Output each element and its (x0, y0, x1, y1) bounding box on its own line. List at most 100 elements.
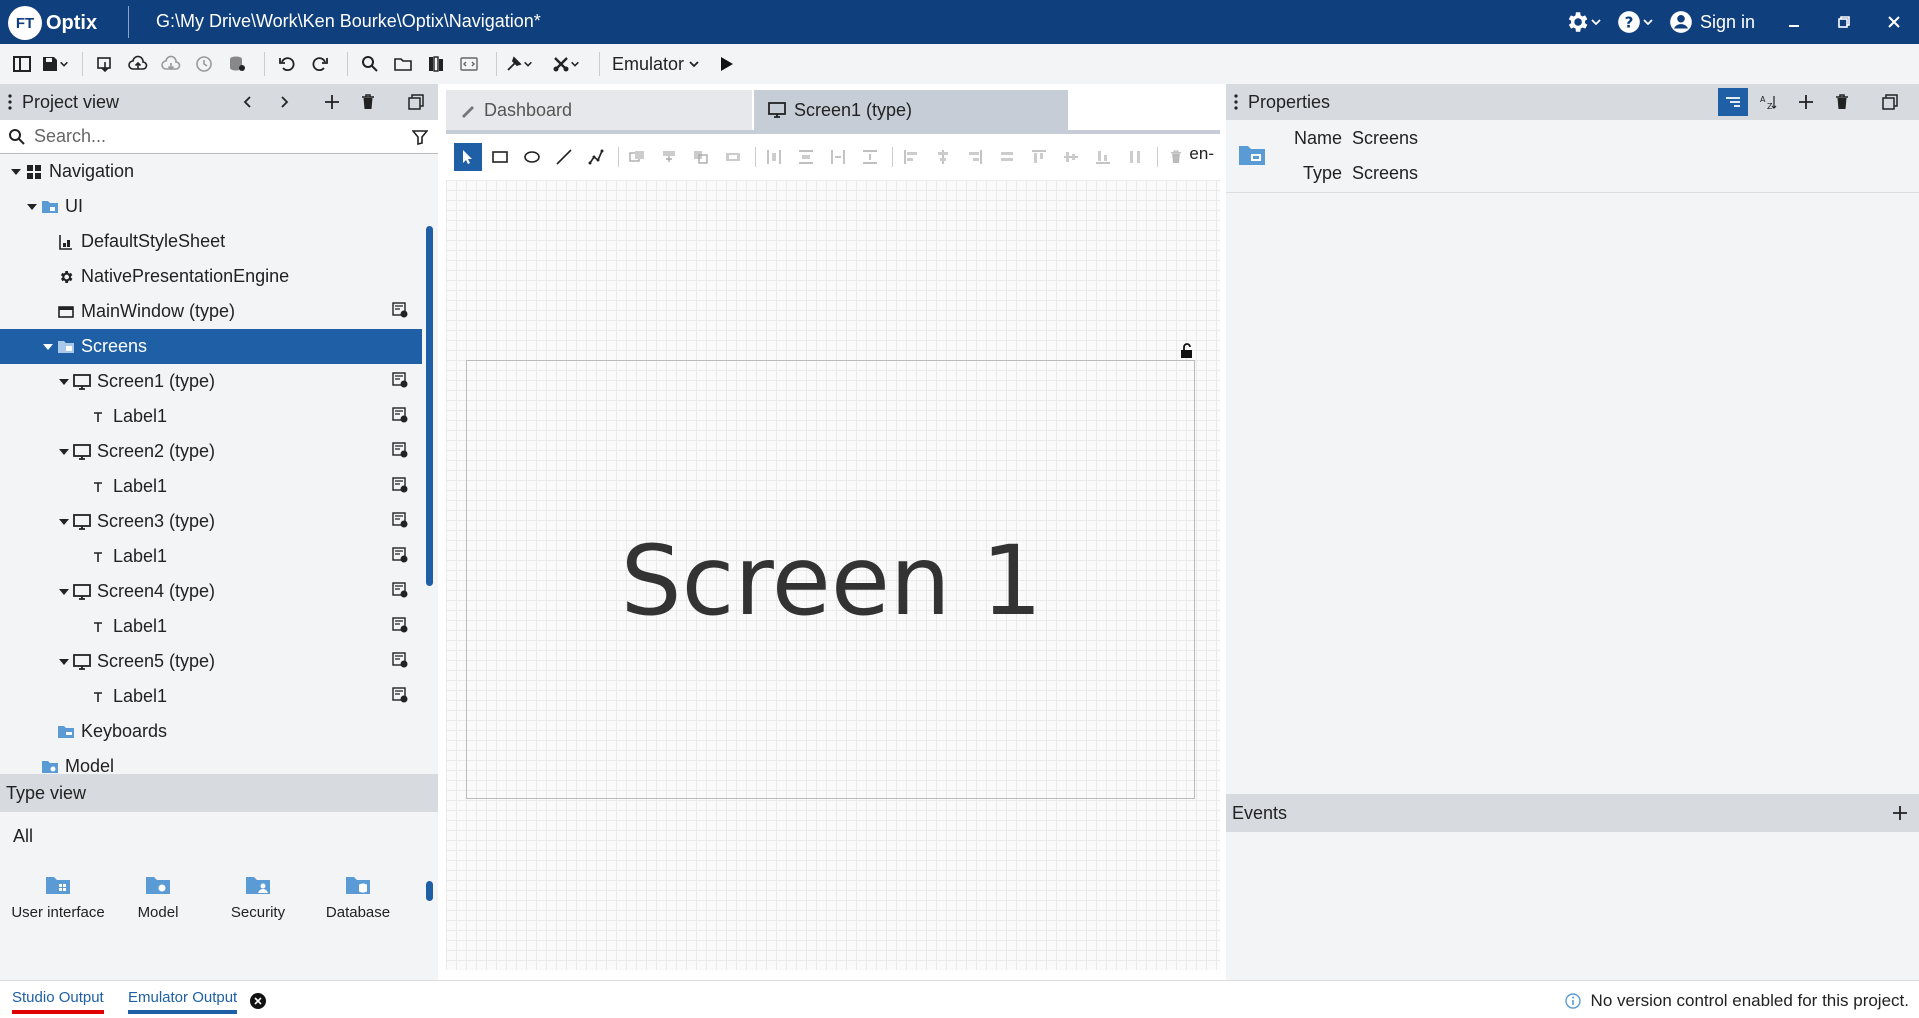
expand-arrow-icon[interactable] (56, 378, 72, 386)
filter-icon[interactable] (412, 129, 428, 145)
screen-label[interactable]: Screen 1 (467, 361, 1196, 800)
database-button[interactable] (223, 50, 251, 78)
more-vertical-icon[interactable] (1234, 94, 1238, 110)
tree-item-keyboards[interactable]: Keyboards (0, 714, 422, 749)
space-v-tool[interactable] (856, 143, 884, 171)
emulator-output-tab[interactable]: Emulator Output (128, 989, 238, 1014)
distribute-h-tool[interactable] (760, 143, 788, 171)
undo-button[interactable] (273, 50, 301, 78)
redo-button[interactable] (306, 50, 334, 78)
delete-property-button[interactable] (1830, 90, 1854, 114)
forward-button[interactable] (272, 90, 296, 114)
tree-item-screen5[interactable]: Screen5 (type) (0, 644, 422, 679)
run-button[interactable] (712, 50, 740, 78)
group-tool[interactable] (623, 143, 651, 171)
category-view-button[interactable] (1718, 88, 1748, 116)
build-button[interactable] (505, 50, 533, 78)
import-button[interactable] (91, 50, 119, 78)
search-input[interactable] (34, 126, 394, 147)
align-spread-tool[interactable] (1121, 143, 1149, 171)
tree-item-screens[interactable]: Screens (0, 329, 422, 364)
upload-button[interactable] (124, 50, 152, 78)
edit-type-icon[interactable] (392, 547, 408, 563)
align-bottom-tool[interactable] (1089, 143, 1117, 171)
expand-arrow-icon[interactable] (24, 203, 40, 211)
tree-item-screen3[interactable]: Screen3 (type) (0, 504, 422, 539)
tree-item-label1[interactable]: Label1 (0, 609, 422, 644)
expand-arrow-icon[interactable] (8, 168, 24, 176)
edit-type-icon[interactable] (392, 302, 408, 318)
tree-item-label1[interactable]: Label1 (0, 539, 422, 574)
space-h-tool[interactable] (824, 143, 852, 171)
alpha-sort-button[interactable]: AZ (1756, 90, 1780, 114)
undock-button[interactable] (404, 90, 428, 114)
align-top-tool[interactable] (1025, 143, 1053, 171)
edit-type-icon[interactable] (392, 372, 408, 388)
tree-item-mainwindow[interactable]: MainWindow (type) (0, 294, 422, 329)
history-button[interactable] (190, 50, 218, 78)
tree-item-screen2[interactable]: Screen2 (type) (0, 434, 422, 469)
tree-scrollbar[interactable] (426, 226, 433, 586)
align-center-tool[interactable] (929, 143, 957, 171)
tree-item-defaultstylesheet[interactable]: DefaultStyleSheet (0, 224, 422, 259)
rectangle-tool[interactable] (486, 143, 514, 171)
studio-output-tab[interactable]: Studio Output (12, 989, 104, 1014)
tree-item-label1[interactable]: Label1 (0, 469, 422, 504)
ungroup-tool[interactable] (655, 143, 683, 171)
tree-item-label1[interactable]: Label1 (0, 399, 422, 434)
open-folder-button[interactable] (389, 50, 417, 78)
type-item-database[interactable]: Database (308, 870, 408, 921)
align-right-tool[interactable] (961, 143, 989, 171)
edit-type-icon[interactable] (392, 687, 408, 703)
locale-selector[interactable]: en- (1189, 144, 1214, 164)
edit-type-icon[interactable] (392, 512, 408, 528)
align-justify-tool[interactable] (993, 143, 1021, 171)
emulator-dropdown[interactable]: Emulator (612, 54, 684, 75)
ellipse-tool[interactable] (518, 143, 546, 171)
undock-button[interactable] (1878, 90, 1902, 114)
type-item-model[interactable]: Model (108, 870, 208, 921)
library-button[interactable] (422, 50, 450, 78)
tree-item-navigation[interactable]: Navigation (0, 154, 422, 189)
type-scrollbar[interactable] (426, 881, 433, 901)
edit-type-icon[interactable] (392, 582, 408, 598)
align-middle-tool[interactable] (1057, 143, 1085, 171)
polyline-tool[interactable] (582, 143, 610, 171)
more-vertical-icon[interactable] (8, 94, 12, 110)
edit-type-icon[interactable] (392, 617, 408, 633)
tree-item-screen1[interactable]: Screen1 (type) (0, 364, 422, 399)
select-tool[interactable] (454, 143, 482, 171)
minimize-button[interactable] (1769, 0, 1819, 44)
tab-screen1[interactable]: Screen1 (type) (754, 90, 1068, 130)
expand-arrow-icon[interactable] (56, 448, 72, 456)
edit-type-icon[interactable] (392, 442, 408, 458)
tree-item-nativepresentationengine[interactable]: NativePresentationEngine (0, 259, 422, 294)
find-button[interactable] (356, 50, 384, 78)
download-button[interactable] (157, 50, 185, 78)
unlock-icon[interactable] (1180, 343, 1194, 359)
edit-type-icon[interactable] (392, 407, 408, 423)
back-button[interactable] (236, 90, 260, 114)
tree-item-label1[interactable]: Label1 (0, 679, 422, 714)
type-item-user-interface[interactable]: User interface (8, 870, 108, 921)
property-name-value[interactable]: Screens (1352, 128, 1418, 148)
type-item-security[interactable]: Security (208, 870, 308, 921)
expand-arrow-icon[interactable] (56, 658, 72, 666)
align-left-tool[interactable] (897, 143, 925, 171)
tree-item-model[interactable]: Model (0, 749, 422, 784)
code-button[interactable] (455, 50, 483, 78)
layout-button[interactable] (8, 50, 36, 78)
help-menu-button[interactable]: ? (1616, 9, 1654, 35)
design-canvas[interactable]: Screen 1 (446, 180, 1220, 970)
tab-dashboard[interactable]: Dashboard (446, 90, 752, 130)
expand-arrow-icon[interactable] (56, 588, 72, 596)
plus-icon[interactable] (1892, 805, 1908, 821)
tree-item-ui[interactable]: UI (0, 189, 422, 224)
send-back-tool[interactable] (719, 143, 747, 171)
screen-preview[interactable]: Screen 1 (466, 360, 1195, 799)
edit-type-icon[interactable] (392, 652, 408, 668)
delete-button[interactable] (356, 90, 380, 114)
sign-in-button[interactable]: Sign in (1668, 9, 1755, 35)
edit-type-icon[interactable] (392, 477, 408, 493)
expand-arrow-icon[interactable] (40, 343, 56, 351)
